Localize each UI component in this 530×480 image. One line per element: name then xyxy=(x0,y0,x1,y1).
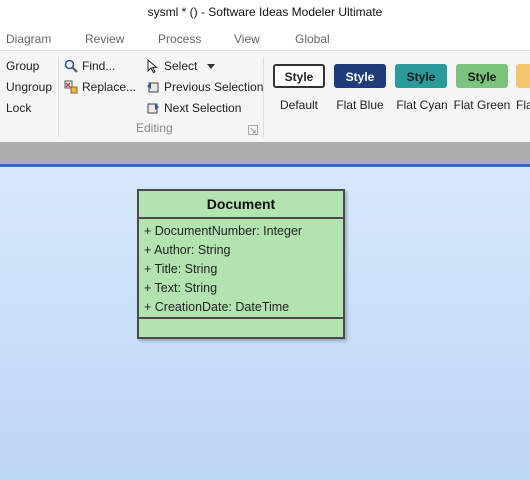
replace-label: Replace... xyxy=(82,80,137,94)
attribute-row[interactable]: + Author: String xyxy=(139,241,343,260)
style-flat-green-button[interactable]: Style xyxy=(456,64,508,88)
magnifier-icon xyxy=(64,59,78,73)
menu-bar: Diagram Review Process View Global xyxy=(0,26,530,50)
attribute-row[interactable]: + DocumentNumber: Integer xyxy=(139,222,343,241)
style-flat-blue-button[interactable]: Style xyxy=(334,64,386,88)
menu-view[interactable]: View xyxy=(234,32,260,46)
class-element-document[interactable]: Document + DocumentNumber: Integer + Aut… xyxy=(137,189,345,339)
style-flat-blue-caption: Flat Blue xyxy=(336,98,384,112)
previous-selection-label: Previous Selection xyxy=(164,80,264,94)
attribute-row[interactable]: + Text: String xyxy=(139,279,343,298)
class-name[interactable]: Document xyxy=(139,191,343,219)
document-tab-strip xyxy=(0,142,530,164)
find-button[interactable]: Find... xyxy=(64,56,115,76)
menu-diagram[interactable]: Diagram xyxy=(6,32,51,46)
cursor-arrow-icon xyxy=(146,58,160,74)
next-selection-button[interactable]: Next Selection xyxy=(146,98,241,118)
ungroup-button[interactable]: Ungroup xyxy=(6,77,52,97)
next-selection-icon xyxy=(146,101,160,115)
attribute-row[interactable]: + CreationDate: DateTime xyxy=(139,298,343,317)
window-title: sysml * () - Software Ideas Modeler Ulti… xyxy=(0,0,530,26)
style-default-button[interactable]: Style xyxy=(273,64,325,88)
select-dropdown[interactable]: Select xyxy=(146,56,215,76)
attribute-row[interactable]: + Title: String xyxy=(139,260,343,279)
operations-compartment[interactable] xyxy=(139,319,343,337)
style-flat-cyan-button[interactable]: Style xyxy=(395,64,447,88)
ribbon-separator xyxy=(263,57,264,137)
next-selection-label: Next Selection xyxy=(164,101,242,115)
menu-process[interactable]: Process xyxy=(158,32,201,46)
menu-review[interactable]: Review xyxy=(85,32,124,46)
replace-button[interactable]: Replace... xyxy=(64,77,136,97)
style-flat-cyan-caption: Flat Cyan xyxy=(396,98,448,112)
previous-selection-button[interactable]: Previous Selection xyxy=(146,77,263,97)
find-label: Find... xyxy=(82,59,116,73)
replace-icon xyxy=(64,80,78,94)
editing-group-label: Editing xyxy=(136,121,173,135)
attributes-compartment[interactable]: + DocumentNumber: Integer + Author: Stri… xyxy=(139,219,343,319)
style-flat-green-caption: Flat Green xyxy=(453,98,511,112)
style-default-caption: Default xyxy=(279,98,319,112)
ribbon: Group Ungroup Lock Find... Replace... Se… xyxy=(0,50,530,144)
chevron-down-icon xyxy=(206,56,215,76)
menu-global[interactable]: Global xyxy=(295,32,330,46)
select-label: Select xyxy=(164,59,198,73)
style-partial-caption: Fla xyxy=(516,98,530,112)
previous-selection-icon xyxy=(146,80,160,94)
group-button[interactable]: Group xyxy=(6,56,39,76)
style-flat-orange-button[interactable] xyxy=(516,64,530,88)
ribbon-separator xyxy=(58,57,59,137)
dialog-launcher-icon[interactable]: ↘ xyxy=(248,125,258,135)
lock-button[interactable]: Lock xyxy=(6,98,31,118)
